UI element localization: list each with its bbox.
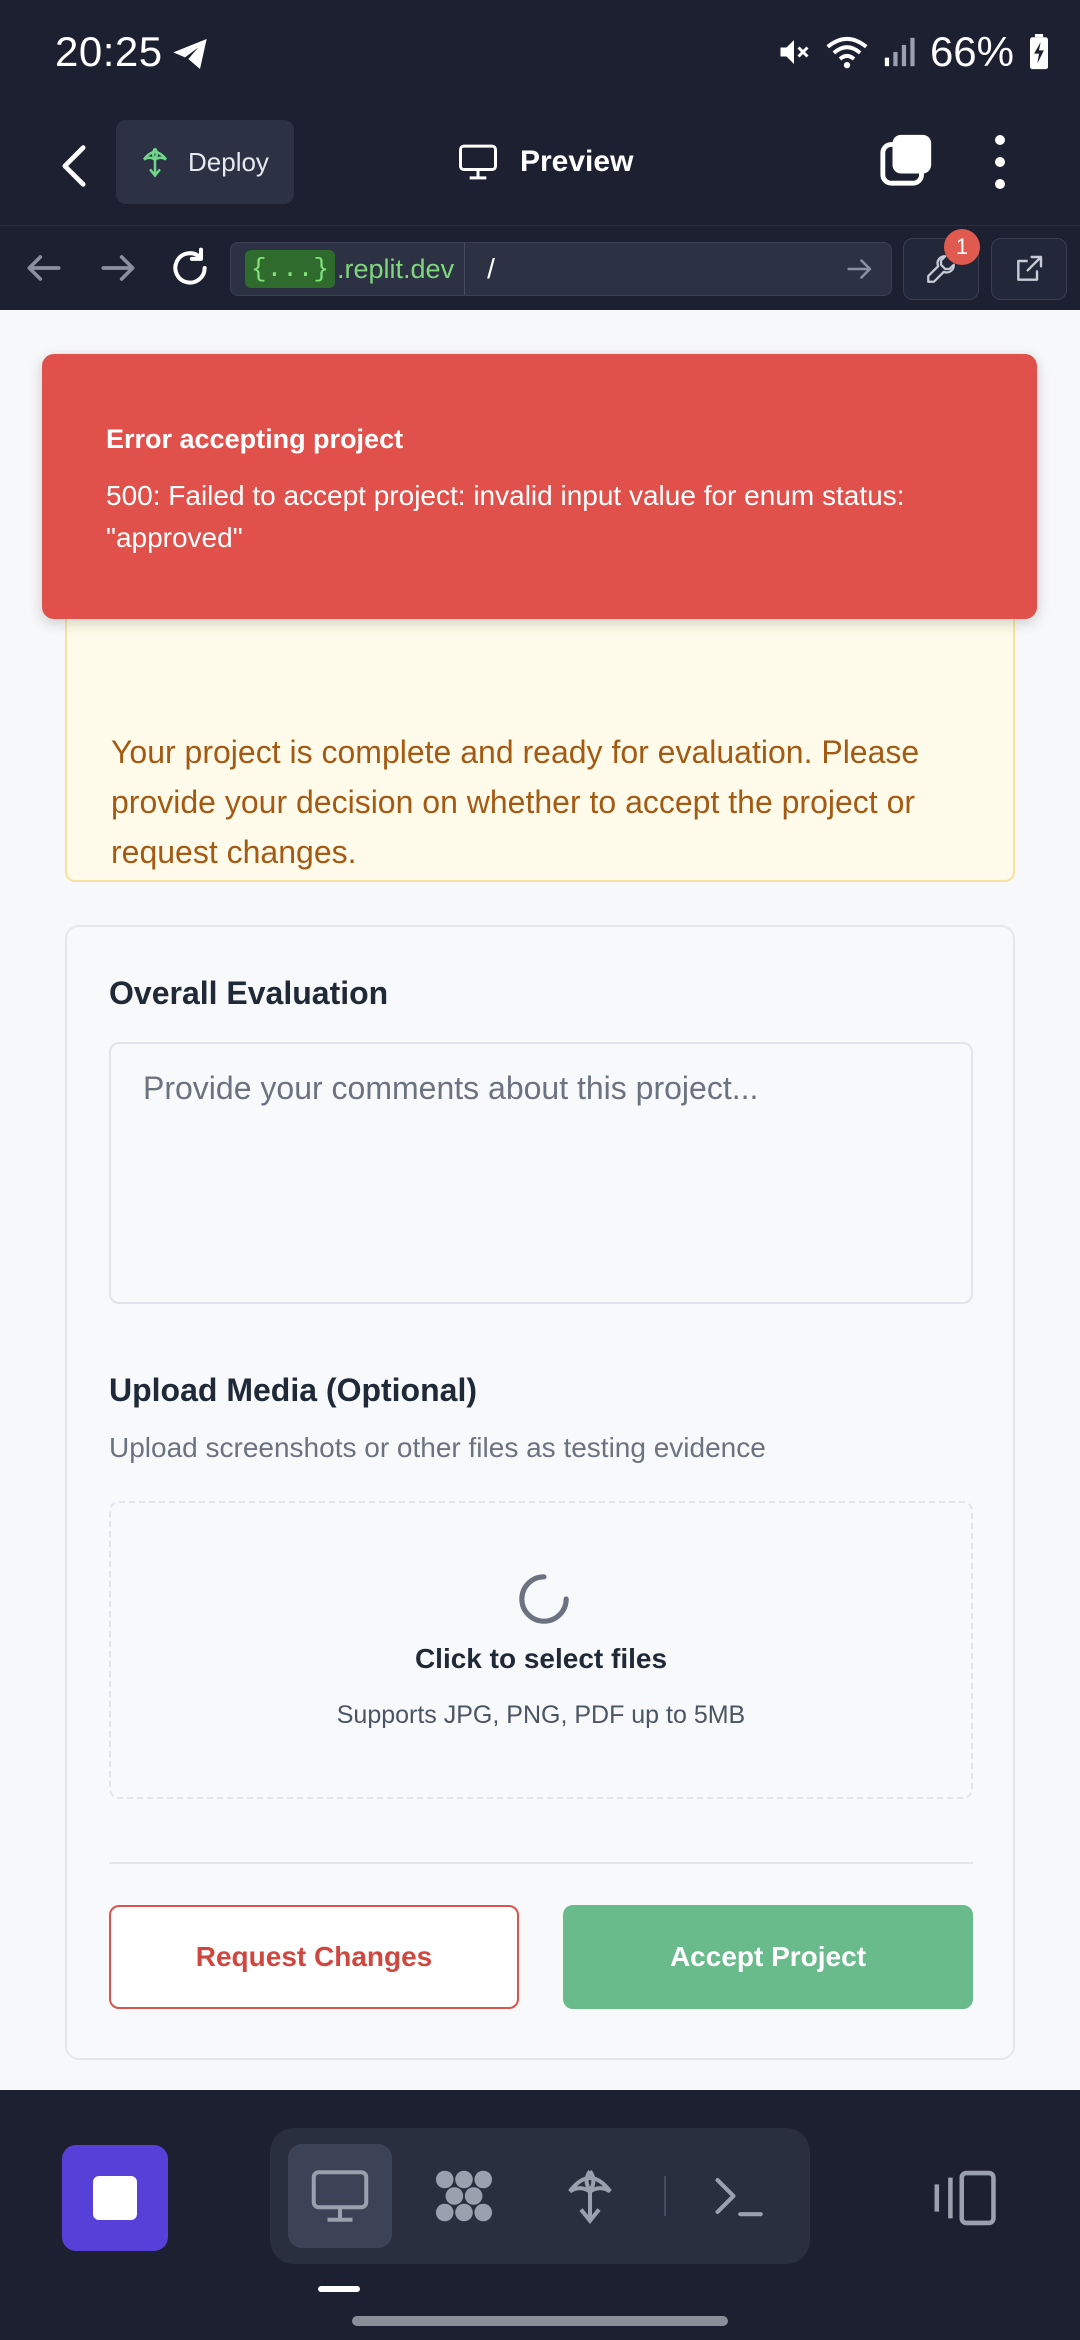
battery-percent: 66%: [929, 28, 1014, 75]
url-input[interactable]: {...} .replit.dev /: [230, 242, 892, 296]
webview: Error accepting project 500: Failed to a…: [0, 310, 1080, 2090]
bottom-bar: [0, 2090, 1080, 2340]
back-button[interactable]: [46, 134, 102, 198]
battery-charging-icon: [1030, 34, 1048, 70]
external-link-icon: [1017, 255, 1043, 281]
devtools-button[interactable]: 1: [903, 229, 980, 300]
deploy-icon: [142, 147, 168, 178]
comment-textarea[interactable]: [111, 1044, 971, 1302]
monitor-icon: [459, 144, 497, 180]
panels-icon[interactable]: [930, 2168, 998, 2228]
url-host: {...} .replit.dev: [231, 243, 466, 295]
dropzone-title: Click to select files: [414, 1643, 668, 1674]
evaluation-notice: Your project is complete and ready for e…: [65, 590, 1015, 882]
wifi-icon: [826, 36, 868, 69]
workspace-nav: [270, 2128, 810, 2264]
deploy-label: Deploy: [188, 146, 269, 177]
loading-spinner-icon: [519, 1574, 569, 1624]
status-icons: 66%: [776, 28, 1050, 76]
deploy-icon: [568, 2170, 612, 2224]
open-external-button[interactable]: [991, 238, 1067, 300]
preview-tab[interactable]: Preview: [458, 132, 633, 192]
url-bar: {...} .replit.dev / 1: [0, 225, 1080, 310]
arrow-left-icon[interactable]: [22, 246, 66, 290]
nav-separator: [664, 2176, 666, 2216]
go-arrow-icon[interactable]: [843, 252, 877, 286]
agent-icon: [435, 2170, 493, 2222]
accept-project-button[interactable]: Accept Project: [563, 1905, 973, 2009]
upload-description: Upload screenshots or other files as tes…: [109, 1432, 766, 1463]
status-bar: 20:25 66%: [0, 0, 1080, 110]
dot-icon: [995, 157, 1005, 167]
tabs-icon[interactable]: [878, 130, 936, 188]
deploy-button[interactable]: Deploy: [116, 120, 294, 204]
gesture-handle[interactable]: [352, 2316, 728, 2326]
url-host-domain: .replit.dev: [337, 253, 455, 284]
notice-text: Your project is complete and ready for e…: [111, 734, 920, 870]
terminal-icon: [715, 2178, 763, 2217]
toast-title: Error accepting project: [106, 424, 404, 454]
nav-shell[interactable]: [686, 2144, 790, 2248]
stop-button[interactable]: [62, 2145, 168, 2251]
nav-agent[interactable]: [412, 2144, 516, 2248]
upload-media-title: Upload Media (Optional): [109, 1372, 477, 1408]
reload-icon[interactable]: [168, 246, 212, 290]
signal-icon: [884, 37, 915, 67]
status-time: 20:25: [55, 28, 163, 75]
url-path: /: [487, 253, 495, 284]
chevron-left-icon: [62, 145, 86, 187]
nav-deploy[interactable]: [538, 2144, 642, 2248]
error-toast[interactable]: Error accepting project 500: Failed to a…: [42, 354, 1037, 619]
active-indicator: [318, 2286, 360, 2292]
dropzone-subtitle: Supports JPG, PNG, PDF up to 5MB: [336, 1701, 746, 1729]
divider: [109, 1862, 973, 1864]
monitor-icon: [311, 2170, 369, 2222]
stop-icon: [93, 2176, 137, 2220]
evaluation-card: Overall Evaluation Upload Media (Optiona…: [65, 925, 1015, 2060]
more-options-button[interactable]: [980, 130, 1020, 194]
request-changes-button[interactable]: Request Changes: [109, 1905, 519, 2009]
dot-icon: [995, 135, 1005, 145]
overall-evaluation-title: Overall Evaluation: [109, 975, 389, 1011]
screen: 20:25 66% Deploy Preview {...} .replit.d…: [0, 0, 1080, 2340]
mute-icon: [780, 40, 809, 64]
file-dropzone[interactable]: Click to select files Supports JPG, PNG,…: [109, 1501, 973, 1799]
comment-field[interactable]: [109, 1042, 973, 1304]
dot-icon: [995, 179, 1005, 189]
preview-label: Preview: [520, 145, 634, 178]
app-bar: Deploy Preview: [0, 110, 1080, 225]
url-host-prefix: {...}: [245, 250, 336, 288]
arrow-right-icon[interactable]: [96, 246, 140, 290]
telegram-icon: [173, 39, 207, 69]
nav-preview[interactable]: [288, 2144, 392, 2248]
toast-message: 500: Failed to accept project: invalid i…: [106, 480, 905, 553]
notification-badge: 1: [944, 229, 980, 265]
